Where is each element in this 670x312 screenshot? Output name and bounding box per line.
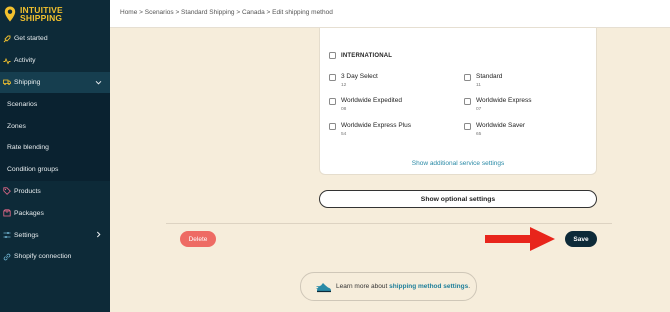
nav-products[interactable]: Products xyxy=(0,181,110,203)
service-code: 12 xyxy=(341,83,347,88)
shoe-icon xyxy=(316,281,332,293)
nav-scenarios-label: Scenarios xyxy=(7,100,38,108)
learn-more-suffix: . xyxy=(468,283,471,290)
service-name: Standard xyxy=(476,73,503,80)
nav-condition-groups[interactable]: Condition groups xyxy=(0,159,110,181)
nav-activity-label: Activity xyxy=(14,57,36,65)
divider xyxy=(166,223,612,224)
shipping-submenu: Scenarios Zones Rate blending Condition … xyxy=(0,93,110,181)
show-optional-settings-button[interactable]: Show optional settings xyxy=(319,190,597,208)
service-option[interactable]: 3 Day Select 12 xyxy=(329,73,378,88)
rocket-icon xyxy=(3,35,11,43)
chevron-right-icon xyxy=(95,231,102,238)
shipping-method-settings-link[interactable]: shipping method settings xyxy=(389,283,468,290)
nav-activity[interactable]: Activity xyxy=(0,50,110,72)
nav-get-started[interactable]: Get started xyxy=(0,28,110,50)
brand-line-2: SHIPPING xyxy=(20,13,63,23)
service-checkbox[interactable] xyxy=(329,123,336,130)
nav-shopify-connection-label: Shopify connection xyxy=(14,253,72,261)
package-icon xyxy=(3,209,11,217)
truck-icon xyxy=(3,78,11,86)
international-toggle[interactable]: INTERNATIONAL xyxy=(329,52,392,59)
service-name: Worldwide Expedited xyxy=(341,97,402,104)
service-option[interactable]: Worldwide Express 07 xyxy=(464,97,532,112)
nav-shipping-label: Shipping xyxy=(14,78,41,86)
brand-logo[interactable]: INTUITIVE SHIPPING xyxy=(0,0,110,28)
service-code: 07 xyxy=(476,107,482,112)
nav-shopify-connection[interactable]: Shopify connection xyxy=(0,246,110,268)
location-pin-icon xyxy=(4,6,16,22)
nav-get-started-label: Get started xyxy=(14,35,48,43)
service-settings-card: INTERNATIONAL 3 Day Select 12 Standard 1… xyxy=(319,28,597,175)
learn-more-text: Learn more about shipping method setting… xyxy=(336,283,470,290)
nav-rate-blending-label: Rate blending xyxy=(7,144,49,152)
service-checkbox[interactable] xyxy=(464,74,471,81)
nav-condition-groups-label: Condition groups xyxy=(7,166,59,174)
service-code: 08 xyxy=(341,107,347,112)
service-option[interactable]: Worldwide Express Plus 54 xyxy=(329,122,411,137)
nav-settings-label: Settings xyxy=(14,231,39,239)
service-option[interactable]: Worldwide Saver 65 xyxy=(464,122,525,137)
nav-packages[interactable]: Packages xyxy=(0,202,110,224)
service-name: Worldwide Saver xyxy=(476,122,526,129)
service-name: 3 Day Select xyxy=(341,73,378,80)
show-additional-service-settings-link[interactable]: Show additional service settings xyxy=(320,160,596,167)
save-button[interactable]: Save xyxy=(565,231,597,247)
nav-rate-blending[interactable]: Rate blending xyxy=(0,137,110,159)
service-checkbox[interactable] xyxy=(329,74,336,81)
learn-more-banner[interactable]: Learn more about shipping method setting… xyxy=(300,272,477,301)
nav-packages-label: Packages xyxy=(14,209,44,217)
nav-settings[interactable]: Settings xyxy=(0,224,110,246)
nav-products-label: Products xyxy=(14,187,41,195)
nav-scenarios[interactable]: Scenarios xyxy=(0,93,110,115)
tag-icon xyxy=(3,187,11,196)
service-code: 11 xyxy=(476,83,481,88)
red-arrow-icon xyxy=(484,226,556,252)
sliders-icon xyxy=(3,231,11,239)
service-name: Worldwide Express xyxy=(476,97,532,104)
breadcrumb[interactable]: Home > Scenarios > Standard Shipping > C… xyxy=(120,9,333,16)
chevron-down-icon xyxy=(95,79,102,86)
learn-more-prefix: Learn more about xyxy=(336,283,390,290)
service-option[interactable]: Standard 11 xyxy=(464,73,502,88)
service-checkbox[interactable] xyxy=(329,98,336,105)
delete-button[interactable]: Delete xyxy=(180,231,216,247)
service-checkbox[interactable] xyxy=(464,98,471,105)
nav-shipping[interactable]: Shipping xyxy=(0,71,110,94)
top-bar: Home > Scenarios > Standard Shipping > C… xyxy=(110,0,670,28)
nav-zones[interactable]: Zones xyxy=(0,115,110,137)
activity-icon xyxy=(3,57,11,65)
international-checkbox[interactable] xyxy=(329,52,336,59)
service-checkbox[interactable] xyxy=(464,123,471,130)
international-label: INTERNATIONAL xyxy=(341,52,393,59)
service-option[interactable]: Worldwide Expedited 08 xyxy=(329,97,402,112)
service-name: Worldwide Express Plus xyxy=(341,122,411,129)
service-code: 54 xyxy=(341,132,347,137)
brand-name: INTUITIVE SHIPPING xyxy=(20,6,63,23)
sidebar: INTUITIVE SHIPPING Get started Activity … xyxy=(0,0,110,312)
nav-zones-label: Zones xyxy=(7,122,26,130)
link-icon xyxy=(3,253,11,261)
service-code: 65 xyxy=(476,132,482,137)
